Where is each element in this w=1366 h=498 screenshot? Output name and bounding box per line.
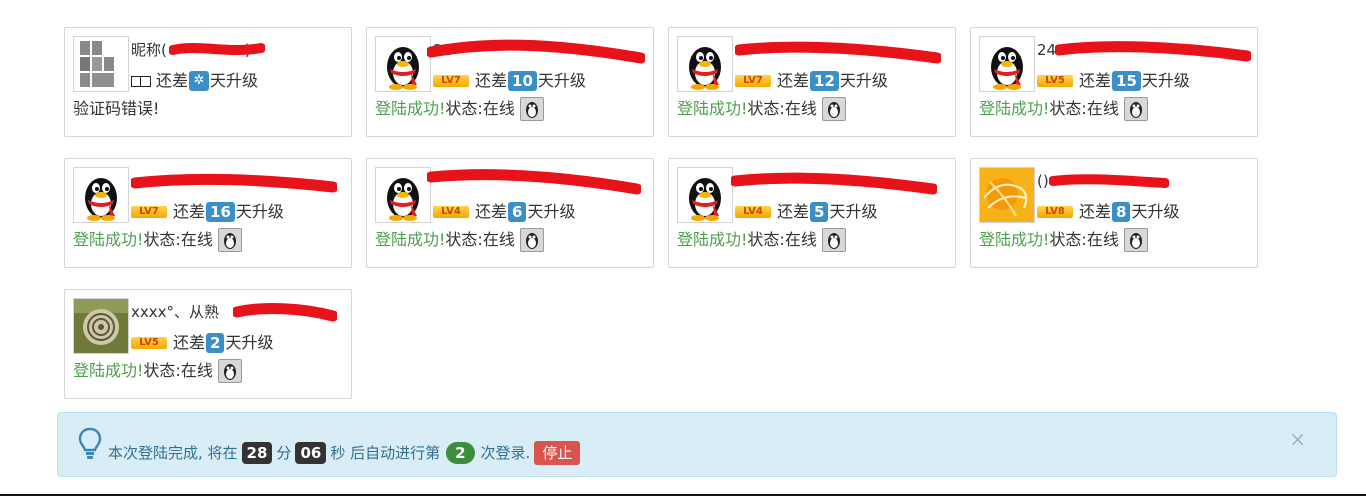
account-name: 22 <box>433 41 453 59</box>
level-badge: LV4 <box>735 206 771 218</box>
level-row: LV4 还差 6 天升级 <box>433 201 575 223</box>
login-status: 登陆成功! 状态:在线 <box>375 228 544 252</box>
login-status: 登陆成功! 状态:在线 <box>677 228 846 252</box>
days-badge: 5 <box>810 202 829 222</box>
days-loading-icon: ✲ <box>189 71 210 91</box>
login-status: 登陆成功! 状态:在线 <box>979 228 1148 252</box>
qq-penguin-avatar <box>677 36 733 92</box>
account-card: LV4 还差 5 天升级 登陆成功! 状态:在线 <box>668 158 956 268</box>
level-badge: LV7 <box>735 75 771 87</box>
login-status: 登陆成功! 状态:在线 <box>73 228 242 252</box>
account-card: LV4 还差 6 天升级 登陆成功! 状态:在线 <box>366 158 654 268</box>
account-card: LV7 还差 16 天升级 登陆成功! 状态:在线 <box>64 158 352 268</box>
level-row: LV8 还差 8 天升级 <box>1037 201 1179 223</box>
account-card: 24 LV5 还差 15 天升级 登陆成功! 状态:在线 <box>970 27 1258 137</box>
days-badge: 12 <box>810 71 839 91</box>
online-penguin-icon[interactable] <box>217 359 242 383</box>
days-badge: 15 <box>1112 71 1141 91</box>
account-card: LV7 还差 12 天升级 登陆成功! 状态:在线 <box>668 27 956 137</box>
bottom-divider <box>0 494 1366 496</box>
online-penguin-icon[interactable] <box>821 228 846 252</box>
account-name: 昵称() <box>131 41 251 59</box>
auto-login-alert: 本次登陆完成, 将在 28 分 06 秒 后自动进行第 2 次登录. 停止 × <box>57 412 1337 477</box>
login-status: 验证码错误! <box>73 99 160 118</box>
login-status: 登陆成功! 状态:在线 <box>73 359 242 383</box>
redaction-mark <box>731 172 937 195</box>
level-badge: LV8 <box>1037 206 1073 218</box>
redaction-mark <box>233 303 337 322</box>
qq-penguin-avatar <box>73 167 129 223</box>
level-badge: LV7 <box>433 75 469 87</box>
redaction-mark <box>427 169 641 195</box>
online-penguin-icon[interactable] <box>1123 97 1148 121</box>
redaction-mark <box>427 39 645 64</box>
level-row: LV7 还差 12 天升级 <box>735 70 888 92</box>
level-row: LV5 还差 2 天升级 <box>131 332 273 354</box>
account-avatar <box>73 36 129 92</box>
level-row: 还差 ✲ 天升级 <box>131 70 258 92</box>
qq-penguin-avatar <box>979 36 1035 92</box>
level-row: LV4 还差 5 天升级 <box>735 201 877 223</box>
lightbulb-icon <box>78 427 102 459</box>
account-name: xxxx°、从熟 <box>131 303 220 321</box>
online-penguin-icon[interactable] <box>519 228 544 252</box>
days-badge: 10 <box>508 71 537 91</box>
account-card: 22 LV7 还差 10 天升级 登陆成功! 状态:在线 <box>366 27 654 137</box>
account-card: () LV8 还差 8 天升级 登陆成功! 状态:在线 <box>970 158 1258 268</box>
seconds-badge: 06 <box>295 442 327 464</box>
level-row: LV7 还差 10 天升级 <box>433 70 586 92</box>
login-status: 登陆成功! 状态:在线 <box>979 97 1148 121</box>
level-badge: LV4 <box>433 206 469 218</box>
minutes-badge: 28 <box>241 442 273 464</box>
online-penguin-icon[interactable] <box>519 97 544 121</box>
qq-penguin-avatar <box>677 167 733 223</box>
qq-penguin-avatar <box>375 36 431 92</box>
alert-message: 本次登陆完成, 将在 28 分 06 秒 后自动进行第 2 次登录. 停止 <box>108 441 581 465</box>
level-badge-empty <box>131 75 151 87</box>
redaction-mark <box>131 174 337 193</box>
orange-abstract-avatar <box>979 167 1035 223</box>
level-badge: LV7 <box>131 206 167 218</box>
close-icon[interactable]: × <box>1289 427 1306 451</box>
level-badge: LV5 <box>1037 75 1073 87</box>
redaction-mark <box>1049 174 1169 188</box>
days-badge: 2 <box>206 333 225 353</box>
days-badge: 8 <box>1112 202 1131 222</box>
level-badge: LV5 <box>131 337 167 349</box>
days-badge: 16 <box>206 202 235 222</box>
swirl-photo-avatar <box>73 298 129 354</box>
account-name: 24 <box>1037 41 1057 59</box>
account-card: xxxx°、从熟 LV5 还差 2 天升级 登陆成功! 状态:在线 <box>64 289 352 399</box>
qq-penguin-avatar <box>375 167 431 223</box>
level-row: LV7 还差 16 天升级 <box>131 201 284 223</box>
online-penguin-icon[interactable] <box>217 228 242 252</box>
round-badge: 2 <box>446 442 475 464</box>
login-status: 登陆成功! 状态:在线 <box>375 97 544 121</box>
redaction-mark <box>1055 41 1251 62</box>
days-badge: 6 <box>508 202 527 222</box>
level-row: LV5 还差 15 天升级 <box>1037 70 1190 92</box>
stop-button[interactable]: 停止 <box>534 441 581 465</box>
account-name: () <box>1037 172 1049 190</box>
account-card: 昵称() 还差 ✲ 天升级 验证码错误! <box>64 27 352 137</box>
redaction-mark <box>735 41 941 64</box>
login-status: 登陆成功! 状态:在线 <box>677 97 846 121</box>
online-penguin-icon[interactable] <box>821 97 846 121</box>
online-penguin-icon[interactable] <box>1123 228 1148 252</box>
